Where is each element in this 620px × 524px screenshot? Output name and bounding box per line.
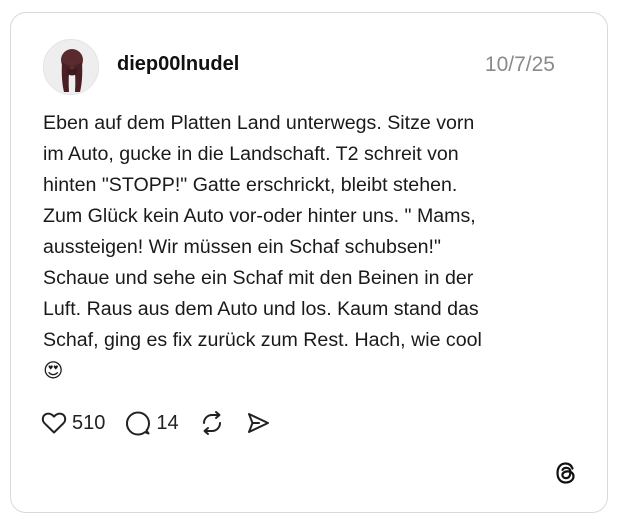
action-bar: 510 14 (41, 410, 291, 436)
like-button[interactable]: 510 (41, 411, 105, 435)
post-text-line: Luft. Raus aus dem Auto und los. Kaum st… (43, 298, 479, 320)
repost-button[interactable] (199, 410, 225, 436)
post-text: Eben auf dem Platten Land unterwegs. Sit… (43, 108, 583, 387)
avatar-image (44, 40, 98, 94)
repost-icon (202, 411, 221, 435)
reply-button[interactable]: 14 (125, 410, 179, 436)
post-text-line: Schaf, ging es fix zurück zum Rest. Hach… (43, 329, 482, 351)
heart-eyes-emoji: 😍 (43, 360, 64, 382)
send-icon (247, 413, 269, 433)
post-text-line: Zum Glück kein Auto vor-oder hinter uns.… (43, 205, 476, 227)
post-text-line: hinten "STOPP!" Gatte erschrickt, bleibt… (43, 174, 458, 196)
like-count: 510 (72, 411, 106, 434)
threads-logo-icon (553, 460, 579, 486)
post-text-line: im Auto, gucke in die Landschaft. T2 sch… (43, 143, 459, 165)
avatar[interactable] (43, 39, 99, 95)
post-date: 10/7/25 (484, 53, 555, 76)
username[interactable]: diep00lnudel (117, 53, 239, 76)
heart-icon (41, 412, 67, 434)
post-text-line: Schaue und sehe ein Schaf mit den Beinen… (43, 267, 474, 289)
reply-count: 14 (156, 411, 179, 434)
post-text-line: Eben auf dem Platten Land unterwegs. Sit… (43, 112, 475, 134)
post-card: diep00lnudel 10/7/25 Eben auf dem Platte… (10, 12, 608, 513)
share-button[interactable] (245, 410, 271, 436)
post-text-line: aussteigen! Wir müssen ein Schaf schubse… (43, 236, 441, 258)
speech-bubble-icon (126, 411, 151, 436)
